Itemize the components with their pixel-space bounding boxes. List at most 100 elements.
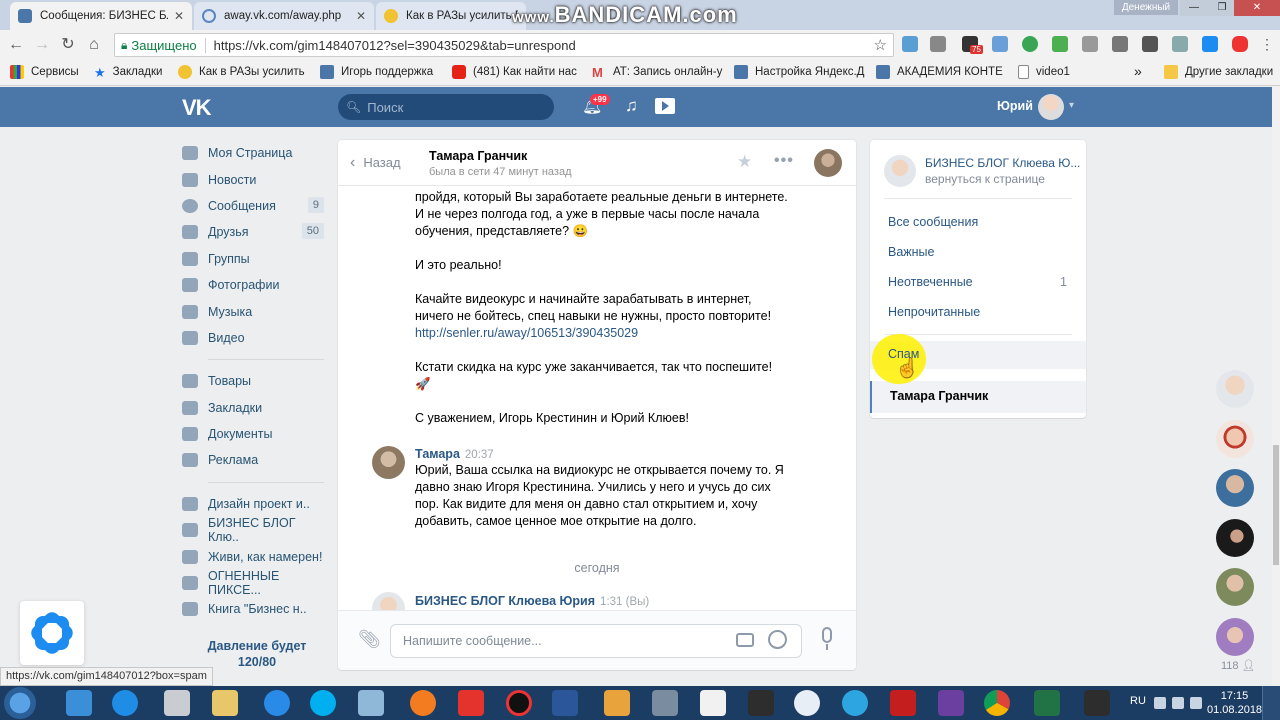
show-desktop-button[interactable]: [1262, 686, 1280, 720]
menu-documents[interactable]: Документы: [182, 421, 324, 447]
friend-avatar[interactable]: [1216, 419, 1254, 458]
page-scrollbar[interactable]: [1272, 87, 1280, 687]
bookmark-item[interactable]: (481) Как найти нас: [452, 65, 577, 79]
close-window-button[interactable]: ✕: [1234, 0, 1280, 16]
message-author[interactable]: Тамара 20:37: [415, 447, 494, 461]
menu-video[interactable]: Видео: [182, 325, 324, 351]
menu-group-link[interactable]: Дизайн проект и..: [182, 491, 324, 517]
music-icon[interactable]: ♫: [625, 96, 638, 116]
taskbar-app-icon[interactable]: [358, 690, 384, 716]
teamviewer-icon[interactable]: [112, 690, 138, 716]
system-clock[interactable]: 17:15 01.08.2018: [1207, 689, 1262, 717]
selected-dialog-row[interactable]: Тамара Гранчик: [870, 381, 1086, 413]
extension-icon[interactable]: [1082, 36, 1098, 52]
home-icon[interactable]: ⌂: [84, 35, 104, 55]
taskbar-app-icon[interactable]: [748, 690, 774, 716]
taskbar-app-icon[interactable]: [938, 690, 964, 716]
filter-unread[interactable]: Непрочитанные: [888, 305, 980, 319]
user-name[interactable]: Юрий: [997, 99, 1033, 113]
video-play-icon[interactable]: [655, 98, 675, 114]
extension-icon[interactable]: [1172, 36, 1188, 52]
back-arrow-icon[interactable]: ←: [6, 35, 26, 55]
internet-explorer-icon[interactable]: [264, 690, 290, 716]
menu-news[interactable]: Новости: [182, 166, 324, 192]
menu-bookmarks[interactable]: Закладки: [182, 395, 324, 421]
skype-icon[interactable]: [310, 690, 336, 716]
forward-arrow-icon[interactable]: →: [32, 35, 52, 55]
menu-goods[interactable]: Товары: [182, 368, 324, 394]
bookmark-star-icon[interactable]: ☆: [874, 36, 887, 54]
tab-messages[interactable]: Сообщения: БИЗНЕС БЛ ✕: [10, 2, 192, 30]
community-name[interactable]: БИЗНЕС БЛОГ Клюева Ю...: [925, 156, 1080, 170]
filter-all-messages[interactable]: Все сообщения: [888, 215, 978, 229]
search-input[interactable]: 🔍︎ Поиск: [338, 94, 554, 120]
chrome-icon[interactable]: [984, 690, 1010, 716]
calculator-icon[interactable]: [164, 690, 190, 716]
maximize-button[interactable]: ❐: [1208, 0, 1236, 16]
return-to-page-link[interactable]: вернуться к странице: [925, 172, 1045, 186]
close-tab-icon[interactable]: ✕: [356, 9, 366, 23]
chat-partner-avatar[interactable]: [814, 149, 842, 177]
other-bookmarks-folder[interactable]: Другие закладки: [1164, 65, 1273, 79]
explorer-folder-icon[interactable]: [212, 690, 238, 716]
bookmark-item[interactable]: Как в РАЗы усилить: [178, 65, 305, 79]
menu-messages[interactable]: Сообщения 9: [182, 193, 324, 219]
vk-logo[interactable]: VK: [182, 95, 212, 121]
language-indicator[interactable]: RU: [1130, 695, 1146, 707]
filter-unanswered[interactable]: Неотвеченные 1: [888, 275, 1067, 289]
menu-my-page[interactable]: Моя Страница: [182, 140, 324, 166]
user-avatar[interactable]: [1038, 94, 1064, 120]
address-bar[interactable]: 🔒︎ Защищено https://vk.com/gim148407012?…: [114, 33, 894, 57]
bandicam-icon[interactable]: [506, 690, 532, 716]
community-avatar[interactable]: [884, 155, 916, 187]
volume-icon[interactable]: [1190, 697, 1202, 709]
more-actions-icon[interactable]: •••: [774, 152, 794, 170]
taskbar-app-icon[interactable]: [604, 690, 630, 716]
message-author[interactable]: БИЗНЕС БЛОГ Клюева Юрия 1:31 (Вы): [415, 594, 649, 608]
menu-group-link[interactable]: БИЗНЕС БЛОГ Клю..: [182, 516, 324, 544]
menu-group-link[interactable]: ОГНЕННЫЕ ПИКСЕ...: [182, 569, 324, 597]
friend-avatar[interactable]: [1216, 518, 1254, 557]
extension-icon[interactable]: [992, 36, 1008, 52]
start-button[interactable]: [4, 687, 36, 719]
acrobat-icon[interactable]: [890, 690, 916, 716]
chrome-profile-button[interactable]: Денежный: [1114, 0, 1178, 15]
menu-music[interactable]: Музыка: [182, 298, 324, 324]
friend-avatar[interactable]: [1216, 617, 1254, 656]
message-history[interactable]: пройдя, который Вы заработаете реальные …: [338, 186, 856, 625]
extension-icon[interactable]: [1112, 36, 1128, 52]
menu-group-link[interactable]: Книга "Бизнес н..: [182, 596, 324, 622]
chat-widget-button[interactable]: [20, 601, 84, 665]
chat-partner-name[interactable]: Тамара Гранчик: [429, 149, 527, 163]
network-icon[interactable]: [1172, 697, 1184, 709]
taskbar-app-icon[interactable]: [794, 690, 820, 716]
bookmark-item[interactable]: video1: [1018, 65, 1070, 79]
bookmark-item[interactable]: ★ Закладки: [94, 65, 162, 80]
tab-article[interactable]: Как в РАЗы усилить Вз: [376, 2, 526, 30]
friend-avatar[interactable]: [1216, 370, 1254, 408]
menu-groups[interactable]: Группы: [182, 246, 324, 272]
close-tab-icon[interactable]: ✕: [174, 9, 184, 23]
scrollbar-thumb[interactable]: [1273, 445, 1279, 565]
friend-avatar[interactable]: [1216, 469, 1254, 507]
important-star-icon[interactable]: ★: [737, 152, 752, 172]
minimize-button[interactable]: —: [1180, 0, 1208, 16]
more-bookmarks-button[interactable]: »: [1134, 63, 1142, 79]
emoji-smile-icon[interactable]: [768, 630, 787, 649]
extension-icon[interactable]: [930, 36, 946, 52]
attach-paperclip-icon[interactable]: 📎︎: [358, 629, 381, 650]
bookmark-item[interactable]: Игорь поддержка: [320, 65, 433, 79]
notepad-icon[interactable]: [700, 690, 726, 716]
chevron-down-icon[interactable]: ▾: [1069, 100, 1074, 111]
menu-photos[interactable]: Фотографии: [182, 272, 324, 298]
bookmark-item[interactable]: АКАДЕМИЯ КОНТЕ: [876, 65, 1003, 79]
firefox-icon[interactable]: [410, 690, 436, 716]
sender-avatar[interactable]: [372, 446, 405, 479]
camera-icon[interactable]: [736, 633, 754, 647]
extension-icon[interactable]: [1052, 36, 1068, 52]
url-text[interactable]: https://vk.com/gim148407012?sel=39043502…: [206, 38, 576, 53]
microphone-icon[interactable]: [822, 627, 832, 643]
sidebar-ad-title[interactable]: Давление будет 120/80: [190, 638, 324, 670]
friend-avatar[interactable]: [1216, 568, 1254, 606]
word-icon[interactable]: [552, 690, 578, 716]
